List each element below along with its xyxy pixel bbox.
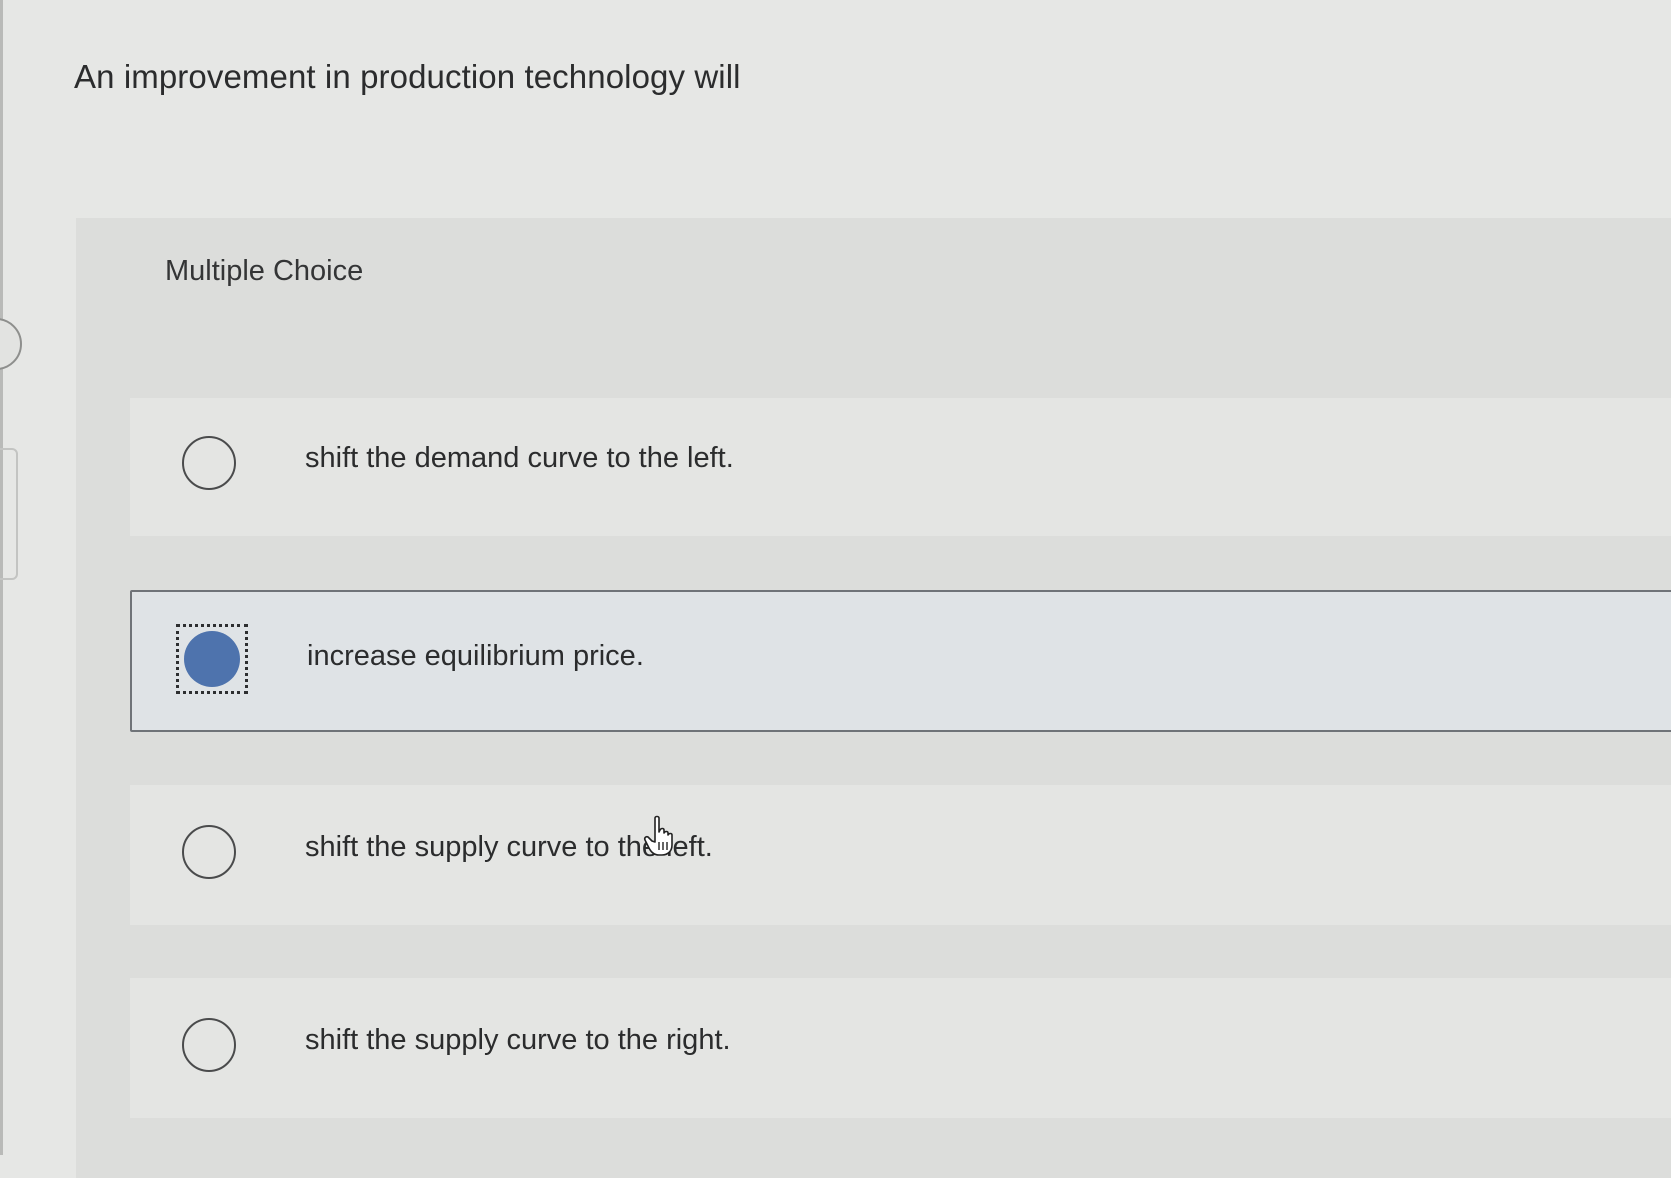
answer-option-text: shift the demand curve to the left. — [305, 442, 734, 474]
answer-option-3[interactable]: shift the supply curve to the left. — [130, 785, 1671, 925]
radio-focus-ring[interactable] — [176, 624, 248, 694]
multiple-choice-label: Multiple Choice — [165, 255, 364, 287]
radio-button-unselected[interactable] — [182, 825, 236, 879]
radio-button-selected[interactable] — [184, 631, 240, 687]
side-panel-toggle[interactable] — [0, 318, 22, 370]
radio-button-unselected[interactable] — [182, 1018, 236, 1072]
side-panel-tab[interactable] — [0, 448, 18, 580]
answer-option-1[interactable]: shift the demand curve to the left. — [130, 398, 1671, 536]
radio-button-unselected[interactable] — [182, 436, 236, 490]
hand-pointer-icon — [643, 815, 673, 856]
answer-option-2-selected[interactable]: increase equilibrium price. — [130, 590, 1671, 732]
question-prompt: An improvement in production technology … — [74, 58, 741, 95]
answer-option-4[interactable]: shift the supply curve to the right. — [130, 978, 1671, 1118]
answer-option-text: increase equilibrium price. — [307, 640, 644, 672]
answer-option-text: shift the supply curve to the right. — [305, 1024, 731, 1056]
